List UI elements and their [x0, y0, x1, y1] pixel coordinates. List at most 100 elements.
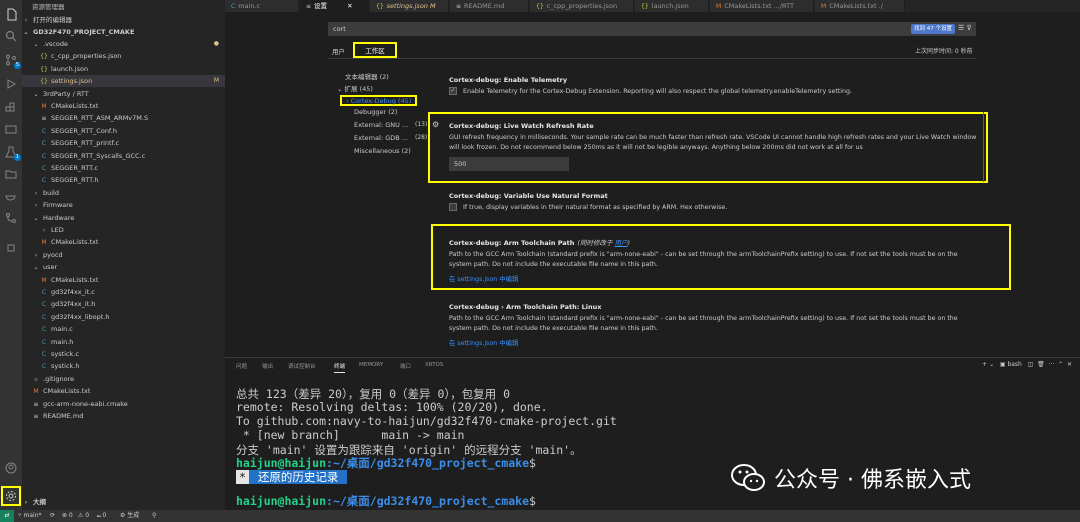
tree-item[interactable]: Csystick.c: [22, 348, 225, 360]
editor-tab[interactable]: {} settings.json M: [370, 0, 449, 12]
tree-item[interactable]: M CMakeLists.txt: [22, 385, 225, 397]
folder-icon[interactable]: [3, 166, 19, 182]
tree-item[interactable]: C SEGGER_RTT_Syscalls_GCC.c: [22, 150, 225, 162]
run-debug-icon[interactable]: [3, 76, 19, 92]
setting-gear-icon[interactable]: ⚙: [432, 120, 439, 129]
tree-item[interactable]: › build: [22, 187, 225, 199]
tree-item[interactable]: › LED: [22, 224, 225, 236]
open-editors-section[interactable]: › 打开的编辑器: [22, 14, 225, 26]
editor-tab[interactable]: ≡ README.md: [450, 0, 529, 12]
new-terminal-icon[interactable]: + ⌄: [982, 361, 994, 368]
remote-explorer-icon[interactable]: [3, 122, 19, 138]
search-icon[interactable]: [3, 28, 19, 44]
chip-icon[interactable]: [3, 240, 19, 256]
maximize-panel-icon[interactable]: ⌃: [1058, 361, 1063, 368]
tree-item[interactable]: {} c_cpp_properties.json: [22, 50, 225, 62]
terminal-shell-name[interactable]: bash: [1007, 361, 1021, 368]
filter-icon[interactable]: ☰ ⊽: [958, 24, 972, 32]
editor-tab[interactable]: Cmain.c: [225, 0, 299, 12]
natural-format-checkbox[interactable]: [449, 203, 457, 211]
git-graph-icon[interactable]: [3, 210, 19, 226]
account-icon[interactable]: [3, 460, 19, 476]
close-panel-icon[interactable]: ✕: [1067, 361, 1072, 368]
close-icon[interactable]: ✕: [345, 2, 352, 10]
tree-item[interactable]: C SEGGER_RTT.h: [22, 174, 225, 186]
explorer-icon[interactable]: [3, 6, 19, 22]
settings-search-input[interactable]: cort: [328, 22, 976, 36]
editor-tab[interactable]: ≡ 设置 ✕: [300, 0, 369, 12]
status-branch[interactable]: ⑂ main*: [18, 510, 42, 522]
panel-tab[interactable]: 终端: [334, 362, 346, 373]
modified-in-user-link[interactable]: 用户: [615, 239, 628, 247]
settings-gear-icon[interactable]: [1, 486, 21, 506]
tree-item[interactable]: › pyocd: [22, 249, 225, 261]
tree-item[interactable]: ⌄ .vscode ●: [22, 38, 225, 50]
tree-item[interactable]: ≡ SEGGER_RTT_ASM_ARMv7M.S: [22, 112, 225, 124]
tree-item-label: CMakeLists.txt: [51, 275, 99, 284]
status-errors[interactable]: ⊗ 0: [62, 510, 73, 522]
panel-tab[interactable]: 端口: [400, 362, 411, 370]
toc-text-editor[interactable]: 文本编辑器 (2): [345, 71, 389, 81]
edit-in-settings-json-link[interactable]: 在 settings.json 中编辑: [449, 338, 979, 347]
split-terminal-icon[interactable]: ◫: [1028, 361, 1034, 368]
status-ports[interactable]: ⑉ 0: [97, 510, 106, 522]
tree-item[interactable]: Cgd32f4xx_libopt.h: [22, 311, 225, 323]
outline-section[interactable]: › 大纲: [22, 496, 225, 508]
trash-icon[interactable]: 🗑: [1037, 361, 1045, 368]
tree-item[interactable]: Cgd32f4xx_it.h: [22, 298, 225, 310]
tree-item[interactable]: ≡ README.md: [22, 410, 225, 422]
panel-tab[interactable]: MEMORY: [359, 362, 383, 368]
tree-item[interactable]: ⌄ Hardware: [22, 212, 225, 224]
remote-indicator-icon[interactable]: ⇄: [0, 510, 14, 522]
tree-item[interactable]: Cmain.c: [22, 323, 225, 335]
tree-item[interactable]: {} launch.json: [22, 63, 225, 75]
chevron-right-icon: ›: [34, 202, 38, 210]
toc-external-gdb[interactable]: External: GDB ...: [354, 134, 408, 142]
tree-item[interactable]: ◆ .gitignore: [22, 373, 225, 385]
tree-item[interactable]: ⌄ 3rdParty / RTT: [22, 88, 225, 100]
tab-workspace-settings[interactable]: 工作区: [353, 42, 397, 58]
edit-in-settings-json-link[interactable]: 在 settings.json 中编辑: [449, 274, 979, 283]
tab-user-settings[interactable]: 用户: [332, 46, 345, 56]
tree-item[interactable]: {} settings.json M: [22, 75, 225, 88]
live-watch-rate-input[interactable]: 500: [449, 157, 569, 171]
project-root[interactable]: ⌄ GD32F470_PROJECT_CMAKE: [22, 26, 225, 38]
toc-debugger[interactable]: Debugger (2): [354, 108, 397, 116]
tree-item[interactable]: M CMakeLists.txt: [22, 100, 225, 112]
toc-extensions[interactable]: ⌄ 扩展 (45): [337, 83, 373, 93]
terminal-line: remote: Resolving deltas: 100% (20/20), …: [236, 400, 548, 414]
tree-item[interactable]: Cmain.h: [22, 336, 225, 348]
tree-item[interactable]: ⌄ user: [22, 261, 225, 273]
tree-item[interactable]: ≡ gcc-arm-none-eabi.cmake: [22, 398, 225, 410]
tree-item[interactable]: C SEGGER_RTT.c: [22, 162, 225, 174]
tree-item[interactable]: M CMakeLists.txt: [22, 236, 225, 248]
tree-item[interactable]: C SEGGER_RTT_printf.c: [22, 137, 225, 149]
status-debug[interactable]: ⚲: [152, 510, 156, 522]
panel-tab[interactable]: 问题: [236, 362, 247, 370]
tree-item[interactable]: › Firmware: [22, 199, 225, 211]
testing-icon[interactable]: 1: [3, 144, 21, 161]
toc-miscellaneous[interactable]: Miscellaneous (2): [354, 147, 411, 155]
status-warnings[interactable]: ⚠ 0: [78, 510, 89, 522]
editor-tab[interactable]: M CMakeLists.txt ./: [815, 0, 905, 12]
extensions-icon[interactable]: [3, 100, 19, 116]
toc-cortex-debug[interactable]: › Cortex-Debug (45): [340, 95, 417, 106]
toc-external-gnu[interactable]: External: GNU ...: [354, 121, 408, 129]
panel-tab[interactable]: 输出: [262, 362, 273, 370]
tree-item[interactable]: C SEGGER_RTT_Conf.h: [22, 125, 225, 137]
source-control-icon[interactable]: 5: [3, 52, 21, 69]
docker-icon[interactable]: [3, 188, 19, 204]
telemetry-checkbox[interactable]: ✓: [449, 87, 457, 95]
tree-item[interactable]: M CMakeLists.txt: [22, 274, 225, 286]
tree-item[interactable]: Cgd32f4xx_it.c: [22, 286, 225, 298]
editor-tab[interactable]: {} c_cpp_properties.json: [530, 0, 634, 12]
panel-tab[interactable]: XRTOS: [425, 362, 443, 368]
more-actions-icon[interactable]: ···: [1049, 361, 1055, 368]
editor-tab[interactable]: M CMakeLists.txt .../RTT: [710, 0, 814, 12]
status-sync[interactable]: ⟳: [50, 510, 55, 522]
editor-tab[interactable]: {} launch.json: [635, 0, 709, 12]
terminal-prompt[interactable]: haijun@haijun:~/桌面/gd32f470_project_cmak…: [236, 493, 536, 509]
panel-tab[interactable]: 调试控制台: [288, 362, 316, 370]
tree-item[interactable]: Csystick.h: [22, 360, 225, 372]
status-build[interactable]: ⚙ 生成: [120, 510, 139, 522]
